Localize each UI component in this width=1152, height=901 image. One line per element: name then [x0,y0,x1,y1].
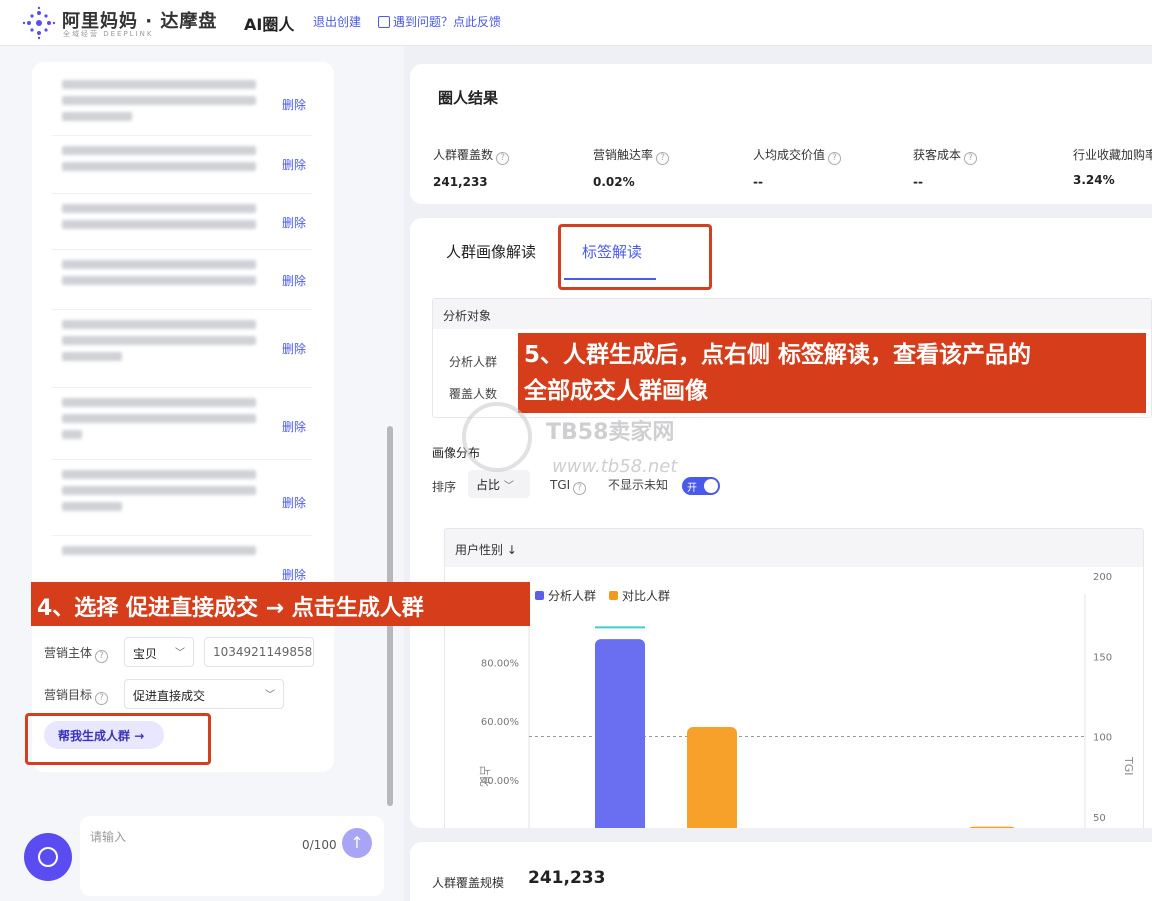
list-item: 删除 [52,70,312,136]
blurred-text [62,546,256,562]
y2-tick-label: 150 [1093,652,1112,663]
y-axis-label: 占比 [478,765,492,787]
item-id-field[interactable]: 1034921149858 [204,637,314,667]
chevron-down-icon: ﹀ [175,648,185,659]
list-item: 删除 [52,460,312,536]
watermark-url: www.tb58.net [552,456,678,477]
char-count: 0/100 [302,838,337,852]
assistant-avatar-button[interactable] [24,833,72,881]
feedback-link[interactable]: 遇到问题？点此反馈 [378,13,501,30]
step5-line1: 5、人群生成后，点右侧 标签解读，查看该产品的 [524,342,1032,368]
blurred-text [62,320,256,368]
metric-value-per-user: 人均成交价值? -- [753,146,842,189]
help-icon: ? [95,692,109,705]
coverage-scale-card: 人群覆盖规模 241,233 [410,842,1152,901]
blurred-text [62,260,256,292]
delete-button[interactable]: 删除 [282,156,306,173]
y-tick-label: 80.00% [481,659,519,670]
highlight-tag-tab [558,224,712,290]
help-icon: ? [95,650,109,663]
logo-subtext: 全域经营 DEEPLINK [63,30,154,38]
analysis-card: 人群画像解读 标签解读 分析对象 分析人群 覆盖人数 画像分布 排序 占比 ﹀ … [410,218,1152,828]
goal-select[interactable]: 促进直接成交 ﹀ [124,679,284,709]
coverage-scale-label: 人群覆盖规模 [432,876,505,890]
metric-reach-rate: 营销触达率? 0.02% [593,146,670,189]
subject-select[interactable]: 宝贝 ﹀ [124,637,194,667]
tab-audience-portrait[interactable]: 人群画像解读 [446,241,536,262]
exit-create-link[interactable]: 退出创建 [313,13,361,30]
metric-coverage: 人群覆盖数? 241,233 [433,146,510,189]
analysis-audience-label: 分析人群 [449,355,498,369]
blurred-text [62,398,256,446]
watermark-text: TB58卖家网 [546,420,675,445]
y-tick-label: 60.00% [481,717,519,728]
help-icon: ? [828,152,842,165]
bar-compare [969,826,1015,828]
chevron-down-icon: ﹀ [265,690,275,701]
edit-icon [378,16,390,28]
analysis-target-header: 分析对象 [433,299,1151,329]
delete-button[interactable]: 删除 [282,494,306,511]
chat-input-placeholder: 请输入 [90,830,127,844]
list-item: 删除 [52,194,312,250]
send-button[interactable]: ↑ [342,828,372,858]
list-item: 删除 [52,310,312,388]
chat-input[interactable]: 请输入 0/100 ↑ [80,816,384,896]
result-title: 圈人结果 [438,89,499,107]
y2-tick-label: 100 [1093,733,1112,744]
blurred-text [62,80,256,128]
bar-analysis [595,639,645,828]
y2-tick-label: 200 [1093,572,1112,583]
blurred-text [62,470,256,518]
help-icon: ? [656,152,670,165]
highlight-generate-button [25,713,211,765]
metric-acquisition-cost: 获客成本? -- [913,146,978,189]
delete-button[interactable]: 删除 [282,566,306,583]
sort-label: 排序 [432,480,457,494]
bar-compare [687,727,737,828]
gender-chart-card: 用户性别 ↓ 分析人群 对比人群 80.00% 60.00% 40.00% 20.00… [444,528,1144,828]
coverage-scale-value: 241,233 [528,868,606,888]
subject-label: 营销主体? [44,644,109,663]
feedback-label: 遇到问题？点此反馈 [393,15,502,29]
goal-label: 营销目标? [44,686,109,705]
blurred-text [62,146,256,178]
blurred-text [62,204,256,236]
list-item: 删除 [52,388,312,460]
chart-title[interactable]: 用户性别 ↓ [445,529,1143,567]
delete-button[interactable]: 删除 [282,214,306,231]
help-icon: ? [496,152,510,165]
chat-icon [38,847,58,867]
app-title: AI圈人 [244,15,295,34]
top-header: 阿里妈妈 · 达摩盘 全域经营 DEEPLINK AI圈人 退出创建 遇到问题？… [0,0,1152,46]
result-card: 圈人结果 人群覆盖数? 241,233 营销触达率? 0.02% 人均成交价值?… [410,64,1152,204]
gender-bar-chart: 80.00%60.00%40.00%20.00%20015010050占比 TGI [478,572,1135,828]
list-item: 删除 [52,136,312,194]
y2-tick-label: 50 [1093,813,1106,824]
history-list: 删除 删除 删除 删除 删除 删除 删除 删除 营销主体? 宝贝 ﹀ 10349… [32,62,334,772]
logo-icon [22,6,56,40]
delete-button[interactable]: 删除 [282,418,306,435]
step4-banner: 4、选择 促进直接成交 → 点击生成人群 [31,582,530,626]
watermark-hand-icon [462,402,532,472]
help-icon: ? [964,152,978,165]
watermark: TB58卖家网 www.tb58.net [462,392,722,492]
left-panel: 删除 删除 删除 删除 删除 删除 删除 删除 营销主体? 宝贝 ﹀ 10349… [0,46,404,901]
delete-button[interactable]: 删除 [282,272,306,289]
list-item: 删除 [52,250,312,310]
metric-industry-cart-rate: 行业收藏加购率 3.24% [1073,148,1152,187]
delete-button[interactable]: 删除 [282,340,306,357]
delete-button[interactable]: 删除 [282,96,306,113]
y2-axis-label: TGI [1122,756,1135,776]
